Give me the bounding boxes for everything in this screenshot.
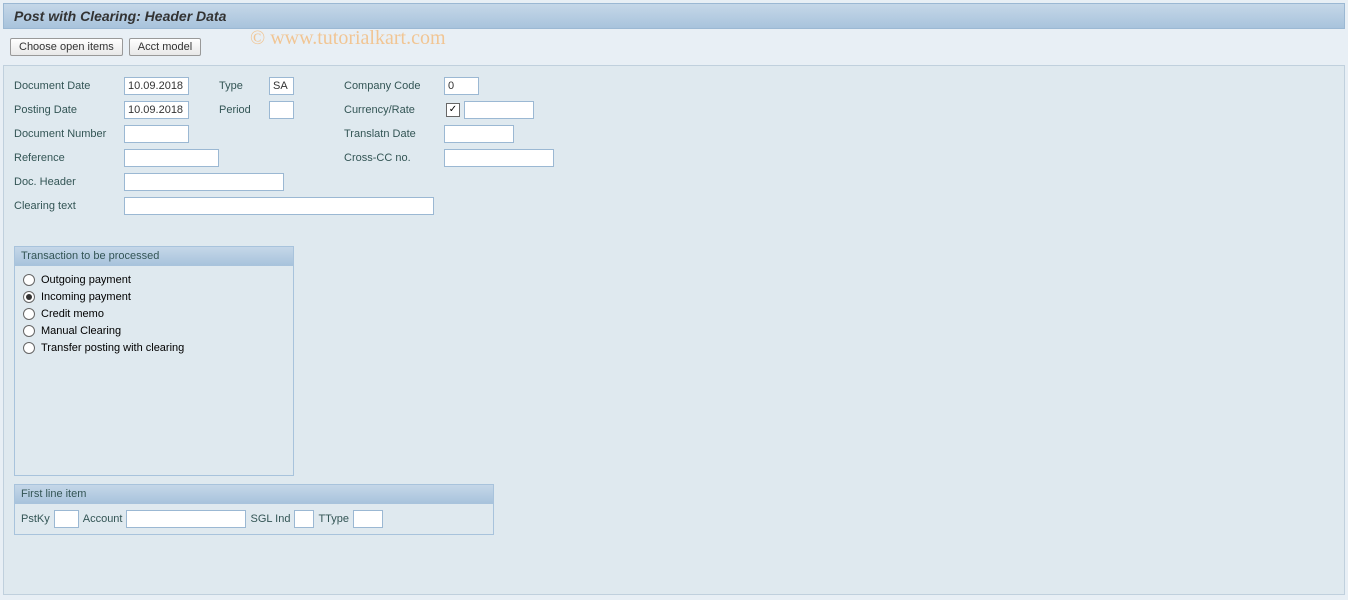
currency-required-icon: ✓ (446, 103, 460, 117)
radio-credit-memo[interactable]: Credit memo (23, 308, 285, 320)
transaction-options: Outgoing payment Incoming payment Credit… (15, 266, 293, 367)
posting-date-label: Posting Date (14, 104, 124, 116)
page-title-bar: Post with Clearing: Header Data (3, 3, 1345, 29)
acct-model-button[interactable]: Acct model (129, 38, 201, 56)
posting-date-input[interactable] (124, 101, 189, 119)
radio-icon (23, 308, 35, 320)
clearing-text-label: Clearing text (14, 200, 124, 212)
document-date-label: Document Date (14, 80, 124, 92)
pstky-input[interactable] (54, 510, 79, 528)
page-title: Post with Clearing: Header Data (14, 8, 226, 24)
radio-icon (23, 274, 35, 286)
document-number-input[interactable] (124, 125, 189, 143)
first-line-item-title: First line item (15, 485, 493, 504)
first-line-item-group: First line item PstKy Account SGL Ind TT… (14, 484, 494, 535)
transaction-group-title: Transaction to be processed (15, 247, 293, 266)
radio-icon (23, 342, 35, 354)
period-input[interactable] (269, 101, 294, 119)
radio-label: Incoming payment (41, 291, 131, 303)
pstky-label: PstKy (21, 513, 50, 525)
document-date-input[interactable] (124, 77, 189, 95)
account-label: Account (83, 513, 123, 525)
period-label: Period (219, 104, 269, 116)
radio-icon (23, 291, 35, 303)
radio-label: Transfer posting with clearing (41, 342, 184, 354)
rate-input[interactable] (464, 101, 534, 119)
main-area: Document Date Type Company Code Posting … (3, 65, 1345, 595)
currency-rate-label: Currency/Rate (344, 104, 444, 116)
document-number-label: Document Number (14, 128, 124, 140)
watermark: © www.tutorialkart.com (250, 27, 446, 50)
clearing-text-input[interactable] (124, 197, 434, 215)
transaction-group: Transaction to be processed Outgoing pay… (14, 246, 294, 476)
reference-label: Reference (14, 152, 124, 164)
radio-icon (23, 325, 35, 337)
sgl-ind-input[interactable] (294, 510, 314, 528)
radio-label: Manual Clearing (41, 325, 121, 337)
radio-label: Credit memo (41, 308, 104, 320)
reference-input[interactable] (124, 149, 219, 167)
translatn-date-label: Translatn Date (344, 128, 444, 140)
radio-transfer-posting[interactable]: Transfer posting with clearing (23, 342, 285, 354)
radio-label: Outgoing payment (41, 274, 131, 286)
radio-manual-clearing[interactable]: Manual Clearing (23, 325, 285, 337)
type-label: Type (219, 80, 269, 92)
radio-incoming-payment[interactable]: Incoming payment (23, 291, 285, 303)
choose-open-items-button[interactable]: Choose open items (10, 38, 123, 56)
radio-outgoing-payment[interactable]: Outgoing payment (23, 274, 285, 286)
cross-cc-no-input[interactable] (444, 149, 554, 167)
type-input[interactable] (269, 77, 294, 95)
ttype-label: TType (318, 513, 349, 525)
company-code-label: Company Code (344, 80, 444, 92)
company-code-input[interactable] (444, 77, 479, 95)
doc-header-input[interactable] (124, 173, 284, 191)
cross-cc-no-label: Cross-CC no. (344, 152, 444, 164)
toolbar: Choose open items Acct model © www.tutor… (0, 32, 1348, 62)
doc-header-label: Doc. Header (14, 176, 124, 188)
translatn-date-input[interactable] (444, 125, 514, 143)
account-input[interactable] (126, 510, 246, 528)
ttype-input[interactable] (353, 510, 383, 528)
sgl-ind-label: SGL Ind (250, 513, 290, 525)
